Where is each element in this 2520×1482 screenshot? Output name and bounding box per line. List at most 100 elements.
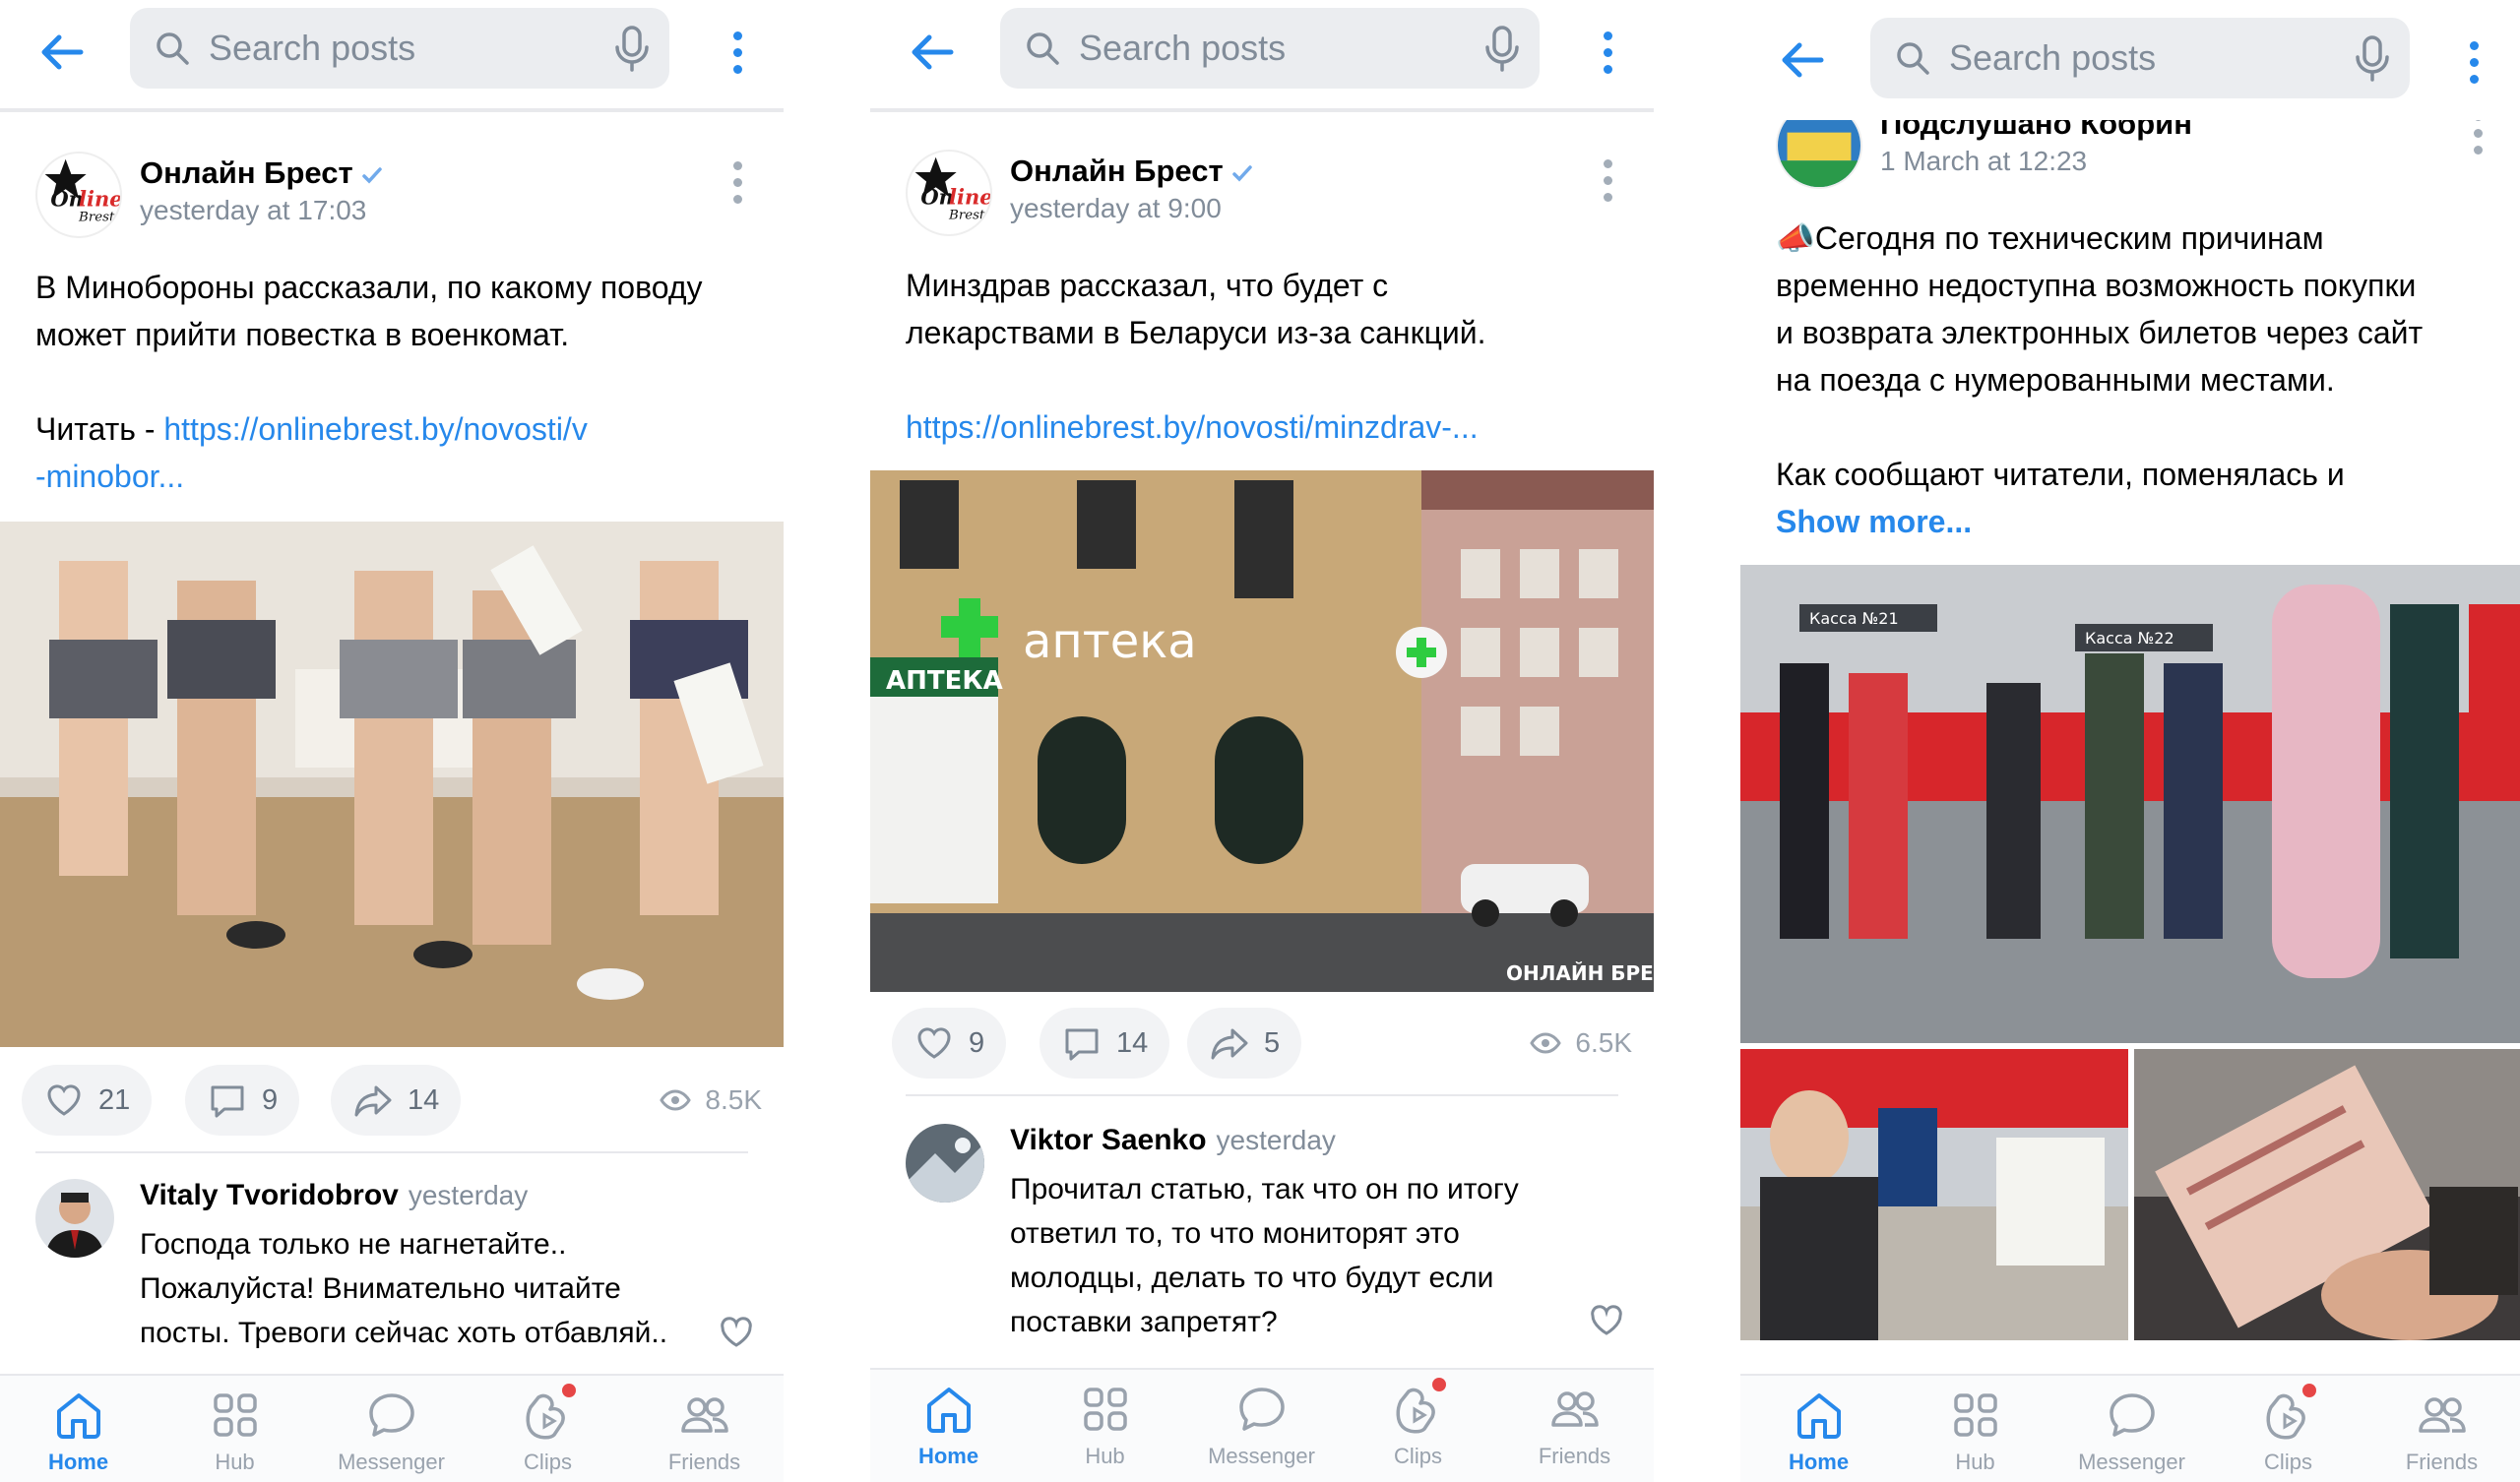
post-link[interactable]: https://onlinebrest.by/novosti/minzdrav-… [906,403,1624,451]
nav-friends-label: Friends [1538,1444,1611,1468]
back-arrow-icon[interactable] [1778,35,1827,85]
divider [906,1094,1618,1096]
like-button[interactable]: 9 [892,1008,1007,1079]
nav-hub[interactable]: Hub [157,1376,313,1482]
more-options-icon[interactable] [730,31,744,75]
nav-messenger-label: Messenger [2078,1450,2185,1474]
nav-friends[interactable]: Friends [1496,1370,1653,1478]
post-line: 📣Сегодня по техническим причинам [1776,220,2324,256]
nav-friends[interactable]: Friends [2363,1376,2520,1482]
post-author[interactable]: Онлайн Брест [1010,154,1253,189]
comment-author[interactable]: Vitaly Tvoridobrov yesterday [140,1179,528,1212]
phone-panel-1: Search posts On line Brest Онлайн Брест ye… [0,0,784,1482]
nav-hub-label: Hub [1955,1450,1995,1474]
avatar[interactable]: On line Brest [906,150,992,236]
comment-line: Пожалуйста! Внимательно читайте [140,1272,621,1305]
nav-hub[interactable]: Hub [1027,1370,1183,1478]
share-button[interactable]: 14 [331,1065,462,1136]
read-label: Читать - [35,411,164,447]
like-button[interactable]: 21 [22,1065,153,1136]
nav-home[interactable]: Home [1740,1376,1897,1482]
nav-clips[interactable]: Clips [1340,1370,1496,1478]
search-icon [1027,32,1059,65]
post-photo[interactable]: АПТЕКА аптека ОНЛАЙН БРЕСТ [870,470,1654,992]
more-options-icon[interactable] [2467,41,2481,85]
svg-text:Brest: Brest [78,211,115,225]
nav-messenger[interactable]: Messenger [313,1376,470,1482]
nav-home[interactable]: Home [0,1376,157,1482]
share-button[interactable]: 5 [1187,1008,1302,1079]
post-line: на поезда с нумерованными местами. [1776,362,2335,398]
avatar[interactable] [906,1124,984,1203]
clips-badge [562,1384,576,1397]
search-input[interactable]: Search posts [1000,8,1540,89]
nav-messenger[interactable]: Messenger [1183,1370,1340,1478]
nav-clips[interactable]: Clips [470,1376,626,1482]
bottom-nav: Home Hub Messenger Clips Friends [0,1374,784,1482]
comment-author-name[interactable]: Vitaly Tvoridobrov [140,1179,399,1211]
post-line-link: Читать - https://onlinebrest.by/novosti/… [35,405,754,453]
comment-author[interactable]: Viktor Saenko yesterday [1010,1124,1336,1157]
more-options-icon[interactable] [1601,31,1614,75]
search-input[interactable]: Search posts [1870,18,2410,98]
nav-clips-label: Clips [2264,1450,2312,1474]
post-text: Минздрав рассказал, что будет с лекарств… [906,262,1624,451]
post-author[interactable]: Онлайн Брест [140,155,383,191]
microphone-icon[interactable] [612,24,652,73]
comment-button[interactable]: 9 [185,1065,300,1136]
messenger-icon [368,1393,414,1437]
post-line-empty [35,358,754,405]
post-header: On line Brest Онлайн Брест yesterday at 17… [35,152,744,250]
nav-clips-label: Clips [524,1450,572,1474]
share-icon [1211,1028,1248,1060]
avatar[interactable] [35,1179,114,1258]
post-photo[interactable] [0,522,784,1047]
nav-messenger[interactable]: Messenger [2053,1376,2210,1482]
nav-friends[interactable]: Friends [626,1376,783,1482]
svg-text:Brest: Brest [948,209,985,223]
comment-author-name[interactable]: Viktor Saenko [1010,1124,1207,1156]
post-time: 1 March at 12:23 [1880,146,2088,176]
comment-line: Господа только не нагнетайте.. [140,1228,567,1261]
back-arrow-icon[interactable] [908,28,957,77]
views-count: 6.5K [1575,1027,1632,1058]
show-more-link[interactable]: Show more... [1776,498,2494,545]
home-icon [56,1393,100,1439]
views-counter: 6.5K [1530,1027,1632,1059]
post-photo-2[interactable] [1740,1049,2128,1340]
post-menu-icon[interactable] [730,161,744,205]
nav-clips-label: Clips [1394,1444,1442,1468]
post-link-cont[interactable]: -minobor... [35,453,754,500]
comment-time: yesterday [408,1180,529,1210]
post-photo-3[interactable] [2134,1049,2520,1340]
comment-line: молодцы, делать то что будут если [1010,1262,1494,1294]
nav-clips[interactable]: Clips [2210,1376,2366,1482]
nav-hub-label: Hub [215,1450,255,1474]
nav-home-label: Home [47,1450,109,1474]
verified-icon [361,167,382,184]
top-bar: Search posts [870,0,1654,112]
comment-time: yesterday [1216,1125,1336,1155]
search-input[interactable]: Search posts [130,8,669,89]
friends-icon [680,1397,728,1433]
like-count: 21 [98,1083,131,1116]
svg-text:line: line [79,186,120,211]
nav-home[interactable]: Home [870,1370,1027,1478]
heart-icon [47,1084,81,1116]
post-link[interactable]: https://onlinebrest.by/novosti/v [163,411,587,447]
comment-like-icon[interactable] [1589,1303,1624,1338]
microphone-icon[interactable] [2353,33,2392,83]
avatar[interactable]: On line Brest [35,152,122,238]
post-time: yesterday at 9:00 [1010,193,1222,223]
hub-icon [213,1393,257,1437]
comment-like-icon[interactable] [719,1315,754,1350]
eye-icon [660,1089,692,1111]
post-line: В Минобороны рассказали, по какому повод… [35,270,703,305]
post-photo-main[interactable]: Касса №21 Касса №22 [1740,565,2520,1043]
nav-messenger-label: Messenger [1208,1444,1315,1468]
post-menu-icon[interactable] [1601,159,1614,203]
microphone-icon[interactable] [1482,24,1522,73]
nav-hub[interactable]: Hub [1897,1376,2053,1482]
back-arrow-icon[interactable] [37,28,87,77]
comment-button[interactable]: 14 [1040,1008,1170,1079]
